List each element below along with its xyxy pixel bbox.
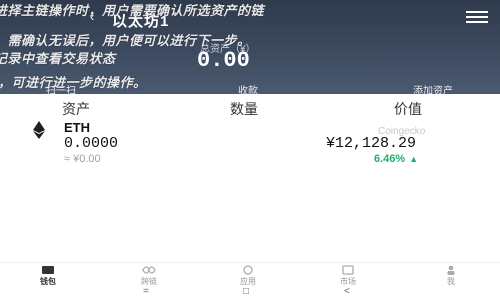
column-asset: 资产	[62, 101, 90, 117]
system-home-icon[interactable]: □	[243, 286, 249, 297]
column-amount: 数量	[230, 101, 258, 117]
bottom-nav: 钱包 跨链 应用 市场 我	[0, 262, 500, 286]
nav-cross-chain[interactable]: 跨链	[119, 265, 179, 287]
market-icon	[342, 265, 354, 275]
me-icon	[447, 265, 455, 275]
watermark-line-3: 记录中查看交易状态	[0, 52, 116, 67]
nav-market[interactable]: 市场	[318, 265, 378, 287]
asset-fiat-value: ≈ ¥0.00	[64, 153, 101, 165]
menu-icon[interactable]	[464, 8, 490, 26]
nav-apps[interactable]: 应用	[218, 265, 278, 287]
price-change-value: 6.46%	[374, 153, 406, 165]
apps-icon	[243, 265, 253, 275]
nav-wallet[interactable]: 钱包	[18, 265, 78, 287]
trend-up-icon: ▲	[409, 154, 419, 164]
scan-button[interactable]: 扫一扫	[16, 82, 106, 94]
add-asset-button[interactable]: 添加资产	[388, 82, 478, 94]
asset-row-eth[interactable]: ETH 0.0000 ≈ ¥0.00 Coingecko ¥12,128.29 …	[0, 118, 500, 165]
cross-chain-icon	[142, 266, 156, 274]
wallet-icon	[42, 266, 54, 274]
watermark-line-1: 进择主链操作时，用户需要确认所选资产的链	[0, 4, 265, 19]
price-change: 6.46% ▲	[374, 153, 418, 165]
asset-list-header: 资产 数量 价值	[0, 97, 500, 117]
action-row: 扫一扫 收款 添加资产	[0, 82, 500, 94]
system-nav-bar: = □ <	[0, 286, 500, 300]
watermark-line-2: ，需确认无误后，用户便可以进行下一步。	[0, 34, 251, 49]
eth-logo-icon	[33, 121, 45, 139]
system-back-icon[interactable]: <	[344, 286, 350, 297]
wallet-header: ‹ 以太坊1 总资产（¥） 0.00 进择主链操作时，用户需要确认所选资产的链 …	[0, 0, 500, 94]
total-assets-value: 0.00	[197, 48, 250, 73]
system-menu-icon[interactable]: =	[143, 286, 149, 297]
asset-symbol: ETH	[64, 120, 90, 135]
asset-amount: 0.0000	[64, 135, 119, 152]
column-value: 价值	[394, 101, 422, 117]
asset-price: ¥12,128.29	[326, 135, 417, 152]
receive-button[interactable]: 收款	[203, 82, 293, 94]
nav-me[interactable]: 我	[421, 265, 481, 287]
